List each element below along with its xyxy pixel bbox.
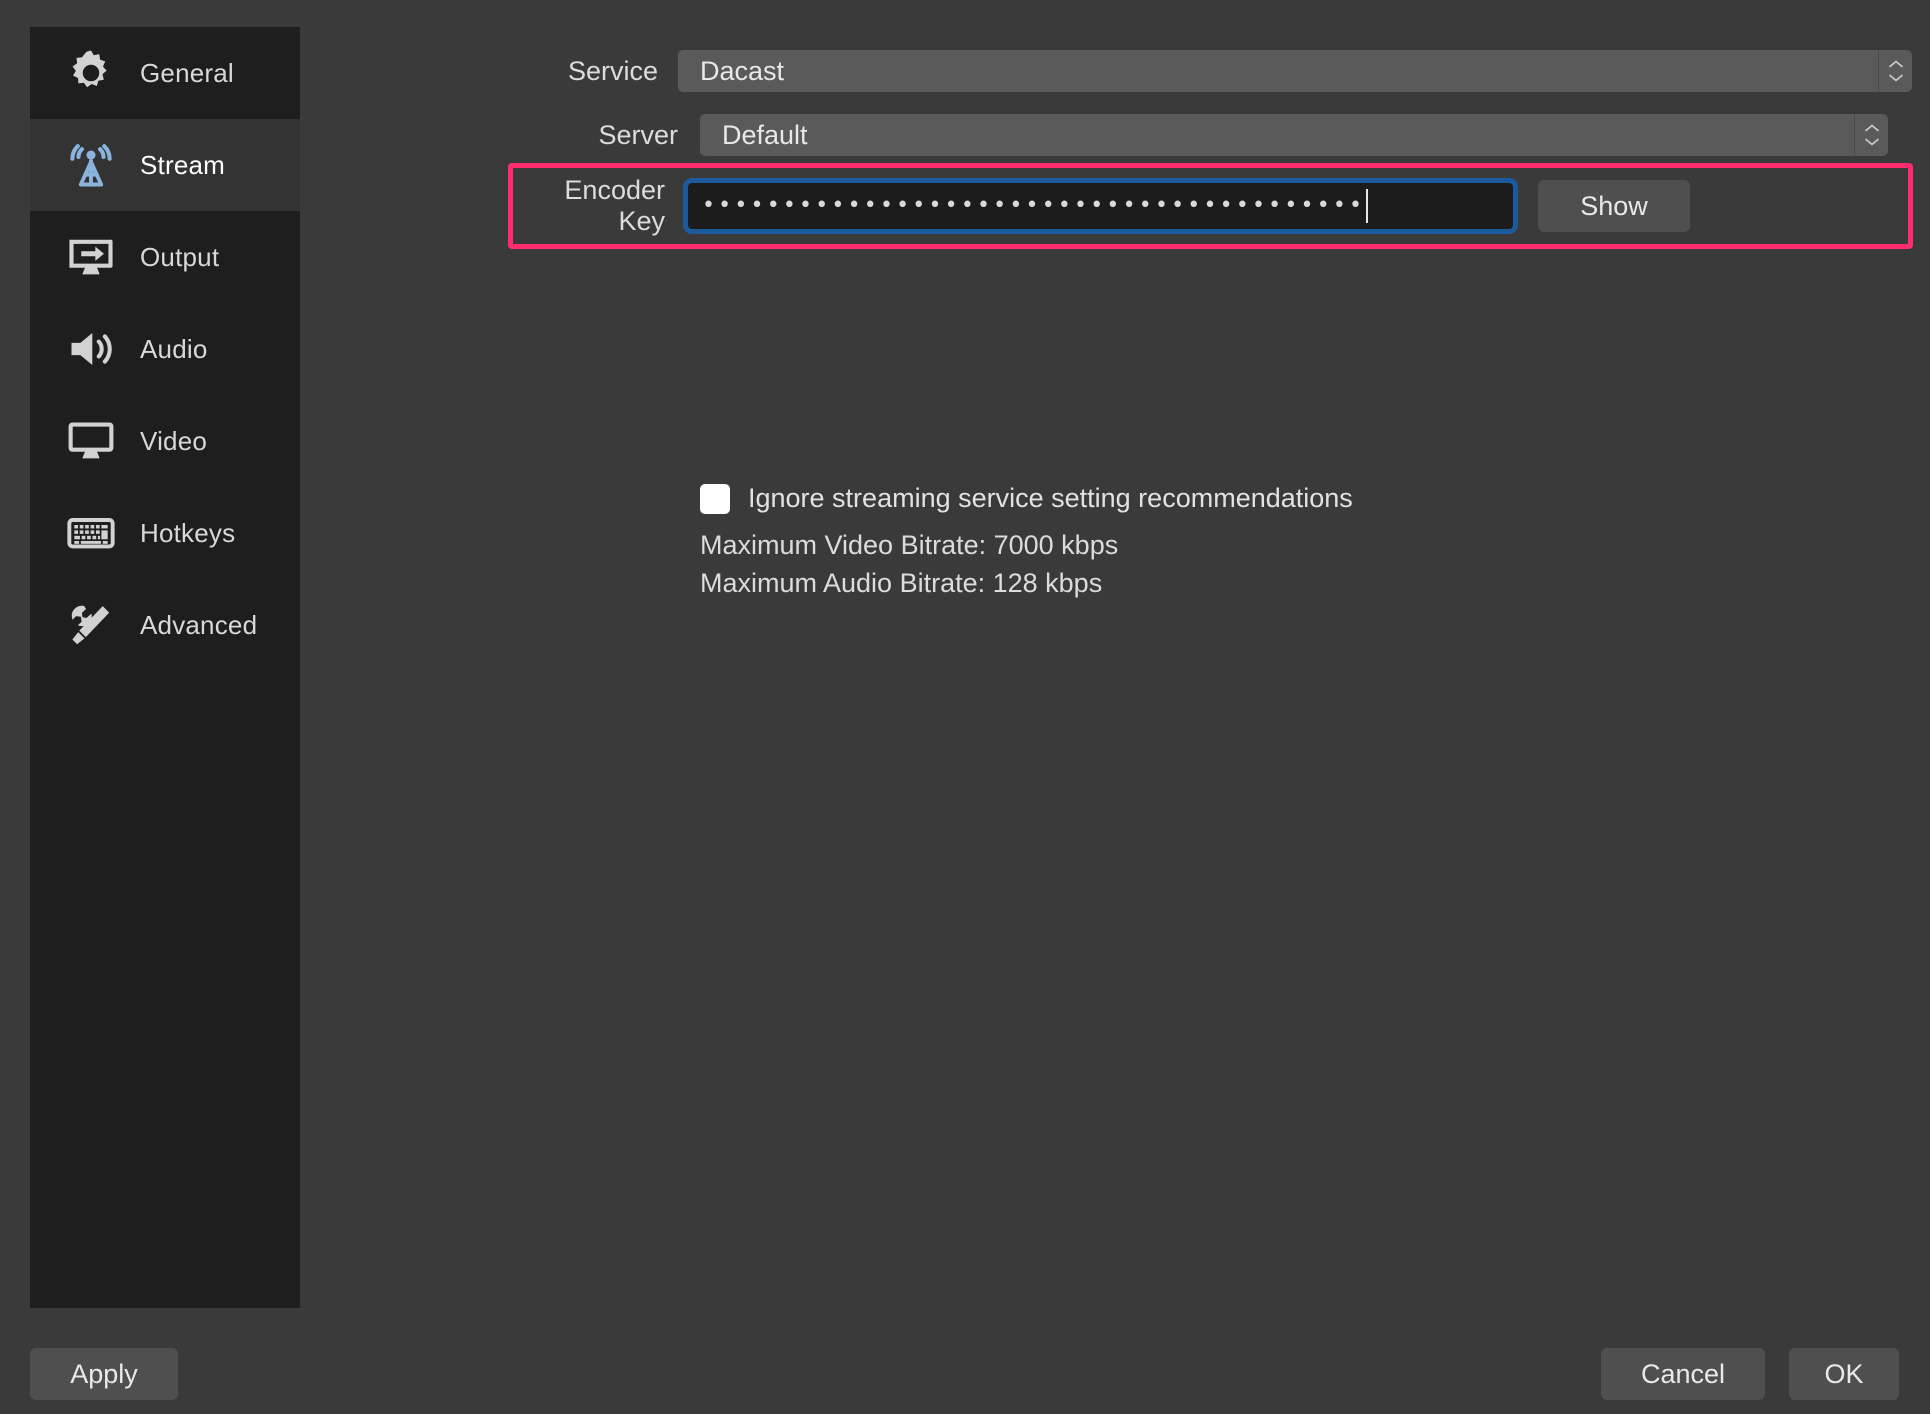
ignore-recommendations-row[interactable]: Ignore streaming service setting recomme… (700, 483, 1353, 514)
service-label: Service (567, 55, 658, 86)
obs-settings-window: General Stream Output Audio Video Hotkey… (0, 0, 1930, 1414)
service-value: Dacast (678, 50, 1878, 92)
max-video-bitrate-text: Maximum Video Bitrate: 7000 kbps (700, 530, 1119, 560)
server-label: Server (598, 119, 678, 150)
server-row: Server Default (560, 114, 1888, 156)
apply-button[interactable]: Apply (30, 1348, 178, 1400)
stream-settings-panel: Service Dacast Server Default Encoder Ke… (0, 0, 1930, 1290)
encoder-key-masked-value: ••••••••••••••••••••••••••••••••••••••••… (702, 195, 1366, 217)
server-stepper[interactable] (1854, 114, 1888, 156)
service-row: Service Dacast (560, 50, 1912, 92)
ignore-recommendations-checkbox[interactable] (700, 483, 730, 514)
encoder-key-input[interactable]: ••••••••••••••••••••••••••••••••••••••••… (683, 178, 1518, 234)
service-dropdown[interactable]: Dacast (678, 50, 1912, 92)
text-caret (1366, 189, 1369, 223)
max-audio-bitrate-text: Maximum Audio Bitrate: 128 kbps (700, 568, 1103, 598)
ok-button[interactable]: OK (1789, 1348, 1899, 1400)
chevron-up-icon (1864, 124, 1879, 132)
chevron-down-icon (1864, 138, 1879, 146)
server-value: Default (700, 114, 1854, 156)
encoder-key-label: Encoder Key (564, 175, 665, 236)
ignore-recommendations-label: Ignore streaming service setting recomme… (748, 483, 1353, 513)
service-stepper[interactable] (1878, 50, 1912, 92)
bitrate-info: Maximum Video Bitrate: 7000 kbps Maximum… (700, 532, 1118, 608)
cancel-button[interactable]: Cancel (1601, 1348, 1765, 1400)
server-dropdown[interactable]: Default (700, 114, 1888, 156)
encoder-key-row: Encoder Key ••••••••••••••••••••••••••••… (520, 175, 1690, 237)
show-encoder-key-button[interactable]: Show (1538, 180, 1690, 232)
chevron-down-icon (1888, 74, 1903, 82)
chevron-up-icon (1888, 60, 1903, 68)
